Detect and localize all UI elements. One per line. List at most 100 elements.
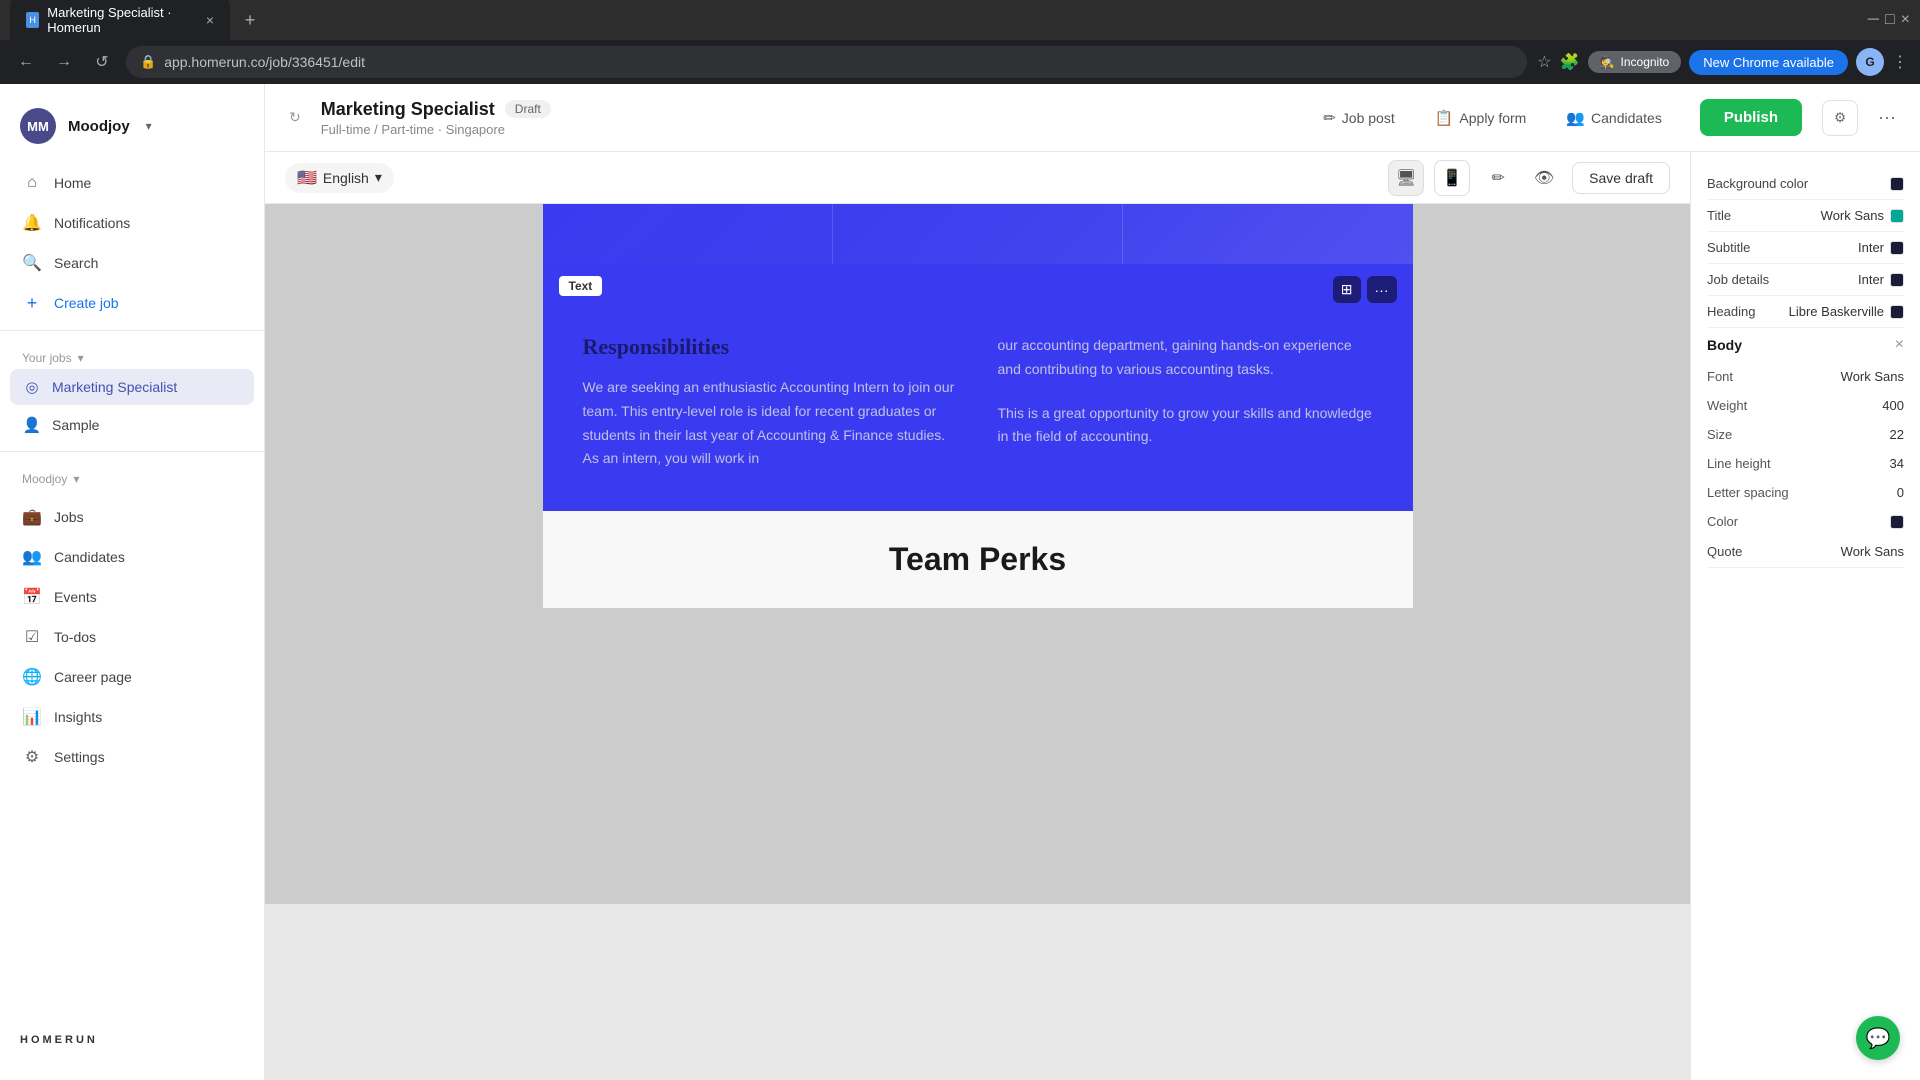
address-bar[interactable]: 🔒 app.homerun.co/job/336451/edit: [126, 46, 1527, 78]
edit-mode-btn[interactable]: ✏: [1480, 160, 1516, 196]
desktop-view-btn[interactable]: 🖥: [1388, 160, 1424, 196]
tab-close-btn[interactable]: ×: [206, 12, 214, 28]
sidebar-item-insights-label: Insights: [54, 709, 102, 725]
job-details-color-swatch[interactable]: [1890, 273, 1904, 287]
sidebar-item-settings[interactable]: ⚙ Settings: [10, 738, 254, 776]
extension-icon[interactable]: 🧩: [1560, 52, 1580, 72]
line-height-label: Line height: [1707, 456, 1771, 471]
col-2-body-text-2: This is a great opportunity to grow your…: [998, 402, 1373, 450]
weight-label: Weight: [1707, 398, 1747, 413]
title-font-name: Work Sans: [1821, 208, 1884, 223]
sidebar-item-events[interactable]: 📅 Events: [10, 578, 254, 616]
sync-icon[interactable]: ↻: [289, 109, 301, 126]
new-tab-button[interactable]: +: [238, 8, 262, 32]
browser-title-bar: H Marketing Specialist · Homerun × + ─ □…: [0, 0, 1920, 40]
background-color-swatch[interactable]: [1890, 177, 1904, 191]
settings-button[interactable]: ⚙: [1822, 100, 1858, 136]
sidebar-item-candidates[interactable]: 👥 Candidates: [10, 538, 254, 576]
sidebar-item-career-page-label: Career page: [54, 669, 132, 685]
color-label: Color: [1707, 514, 1738, 529]
active-tab[interactable]: H Marketing Specialist · Homerun ×: [10, 0, 230, 41]
tab-job-post-label: Job post: [1342, 110, 1395, 126]
publish-button[interactable]: Publish: [1700, 99, 1802, 136]
header-col-3: [1123, 204, 1412, 264]
sidebar-item-insights[interactable]: 📊 Insights: [10, 698, 254, 736]
sidebar-item-career-page[interactable]: 🌐 Career page: [10, 658, 254, 696]
new-chrome-btn[interactable]: New Chrome available: [1689, 50, 1848, 75]
close-btn[interactable]: ×: [1901, 11, 1910, 29]
sidebar-item-todos[interactable]: ☑ To-dos: [10, 618, 254, 656]
candidates-tab-icon: 👥: [1566, 109, 1585, 127]
language-selector[interactable]: 🇺🇸 English ▾: [285, 163, 394, 193]
jobs-icon: 💼: [22, 507, 42, 527]
profile-avatar[interactable]: G: [1856, 48, 1884, 76]
tab-job-post[interactable]: ✏ Job post: [1305, 101, 1413, 135]
sidebar-item-home[interactable]: ⌂ Home: [10, 164, 254, 202]
sidebar-item-events-label: Events: [54, 589, 97, 605]
heading-font-name: Libre Baskerville: [1789, 304, 1884, 319]
app-container: MM Moodjoy ▾ ⌂ Home 🔔 Notifications 🔍 Se…: [0, 84, 1920, 1080]
font-label: Font: [1707, 369, 1733, 384]
title-font-value[interactable]: Work Sans: [1821, 208, 1904, 223]
job-details-font-value[interactable]: Inter: [1858, 272, 1904, 287]
preview-btn[interactable]: 👁: [1526, 160, 1562, 196]
right-panel: Background color Title Work Sans Subtitl…: [1690, 152, 1920, 1080]
quote-row: Quote Work Sans: [1707, 536, 1904, 568]
body-section-header: Body ×: [1707, 328, 1904, 362]
tab-apply-form[interactable]: 📋 Apply form: [1417, 101, 1545, 135]
tab-favicon: H: [26, 12, 39, 28]
forward-btn[interactable]: →: [50, 48, 78, 76]
subtitle-font-value[interactable]: Inter: [1858, 240, 1904, 255]
apply-form-icon: 📋: [1435, 109, 1454, 127]
editor-area: 🇺🇸 English ▾ 🖥 📱 ✏ 👁 Save draft: [265, 152, 1920, 1080]
minimize-btn[interactable]: ─: [1868, 11, 1879, 29]
block-layout-btn[interactable]: ⊞: [1333, 276, 1361, 303]
sidebar-item-create-job[interactable]: + Create job: [10, 284, 254, 322]
insights-icon: 📊: [22, 707, 42, 727]
save-draft-button[interactable]: Save draft: [1572, 162, 1670, 194]
title-color-swatch[interactable]: [1890, 209, 1904, 223]
bookmark-icon[interactable]: ☆: [1537, 52, 1551, 72]
weight-value[interactable]: 400: [1882, 398, 1904, 413]
main-content: ↻ Marketing Specialist Draft Full-time /…: [265, 84, 1920, 1080]
sidebar-item-notifications[interactable]: 🔔 Notifications: [10, 204, 254, 242]
size-value[interactable]: 22: [1890, 427, 1904, 442]
maximize-btn[interactable]: □: [1885, 11, 1895, 29]
body-color-swatch[interactable]: [1890, 515, 1904, 529]
sidebar-item-jobs[interactable]: 💼 Jobs: [10, 498, 254, 536]
company-chevron-icon[interactable]: ▾: [146, 119, 152, 133]
search-icon: 🔍: [22, 253, 42, 273]
company-avatar: MM: [20, 108, 56, 144]
heading-typography-label: Heading: [1707, 304, 1755, 319]
back-btn[interactable]: ←: [12, 48, 40, 76]
subtitle-color-swatch[interactable]: [1890, 241, 1904, 255]
reload-btn[interactable]: ↺: [88, 48, 116, 76]
sidebar-item-sample[interactable]: 👤 Sample: [10, 407, 254, 443]
your-jobs-chevron-icon: ▾: [78, 351, 84, 365]
chat-support-btn[interactable]: 💬: [1856, 1016, 1900, 1060]
heading-font-value[interactable]: Libre Baskerville: [1789, 304, 1904, 319]
block-type-label: Text: [559, 276, 603, 296]
team-perks-section: Team Perks: [543, 511, 1413, 608]
browser-menu-icon[interactable]: ⋮: [1892, 52, 1908, 72]
letter-spacing-value[interactable]: 0: [1897, 485, 1904, 500]
sidebar-item-marketing-specialist[interactable]: ◎ Marketing Specialist: [10, 369, 254, 405]
line-height-value[interactable]: 34: [1890, 456, 1904, 471]
tab-candidates[interactable]: 👥 Candidates: [1548, 101, 1680, 135]
sidebar-footer: HOMERUN: [0, 1014, 264, 1064]
heading-color-swatch[interactable]: [1890, 305, 1904, 319]
mobile-view-btn[interactable]: 📱: [1434, 160, 1470, 196]
top-tab-nav: ✏ Job post 📋 Apply form 👥 Candidates: [1305, 101, 1680, 135]
more-options-button[interactable]: ···: [1878, 107, 1896, 128]
sidebar-item-search[interactable]: 🔍 Search: [10, 244, 254, 282]
job-details-typography-label: Job details: [1707, 272, 1769, 287]
sample-icon: 👤: [22, 415, 42, 435]
quote-font-value[interactable]: Work Sans: [1841, 544, 1904, 559]
font-property-row: Font Work Sans: [1707, 362, 1904, 391]
editor-main: 🇺🇸 English ▾ 🖥 📱 ✏ 👁 Save draft: [265, 152, 1690, 1080]
moodjoy-section-label: Moodjoy ▾: [0, 460, 264, 490]
block-more-btn[interactable]: ···: [1367, 276, 1397, 303]
sidebar-header: MM Moodjoy ▾: [0, 100, 264, 164]
font-value[interactable]: Work Sans: [1841, 369, 1904, 384]
body-section-close-btn[interactable]: ×: [1895, 336, 1904, 354]
